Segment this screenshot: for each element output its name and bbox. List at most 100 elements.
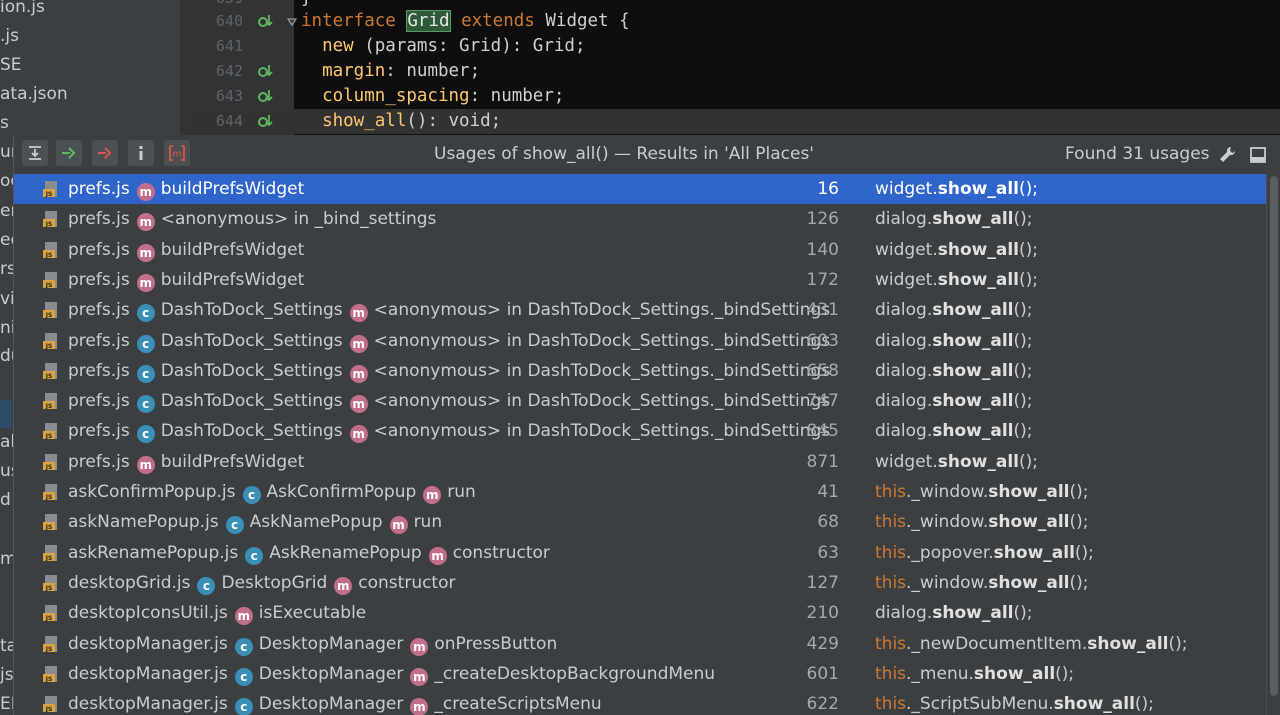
class-name: DashToDock_Settings — [160, 300, 343, 321]
svg-text:JS: JS — [45, 555, 53, 562]
implemented-marker-icon[interactable] — [257, 13, 273, 29]
file-name: prefs.js — [68, 391, 130, 412]
method-icon: m — [410, 698, 429, 715]
merge-usages-button[interactable]: m — [164, 140, 190, 166]
js-file-icon: JS — [43, 635, 57, 653]
code-snippet: this._window.show_all(); — [875, 477, 1089, 507]
js-file-icon: JS — [43, 514, 57, 531]
usage-row[interactable]: JS desktopManager.js c DesktopManager m onPre… — [14, 629, 1266, 659]
usage-location: desktopGrid.js c DesktopGrid m constructor — [68, 568, 456, 598]
file-name: desktopIconsUtil.js — [68, 603, 228, 624]
usage-row[interactable]: JS prefs.js c DashToDock_Settings m <anonymou… — [14, 416, 1266, 446]
tree-item[interactable]: ion.js — [0, 0, 45, 17]
snippet-call: show_all — [993, 542, 1075, 563]
tree-item[interactable]: .js — [0, 26, 19, 46]
js-file-icon: JS — [43, 665, 57, 683]
file-name: askRenamePopup.js — [68, 542, 239, 563]
code-snippet: this._ScriptSubMenu.show_all(); — [875, 689, 1154, 715]
snippet-call: show_all — [937, 179, 1019, 199]
usage-row[interactable]: JS prefs.js m buildPrefsWidget 871 widget.sho… — [14, 447, 1266, 477]
previous-occurrence-icon — [98, 147, 112, 159]
svg-text:JS: JS — [45, 464, 53, 471]
snippet-tail: (); — [1069, 482, 1089, 502]
file-name: desktopManager.js — [68, 694, 228, 715]
settings-wrench-icon[interactable] — [1217, 145, 1237, 165]
file-name: prefs.js — [68, 300, 130, 321]
code-snippet: this._window.show_all(); — [875, 568, 1089, 598]
line-number: 603 — [806, 330, 839, 351]
this-keyword: this — [875, 542, 907, 563]
usage-row[interactable]: JS prefs.js m buildPrefsWidget 140 widget.sho… — [14, 235, 1266, 265]
snippet-call: show_all — [988, 572, 1070, 593]
implemented-marker-icon[interactable] — [257, 63, 273, 79]
svg-text:JS: JS — [45, 373, 53, 380]
method-icon: m — [349, 364, 368, 383]
keyword: extends — [461, 11, 535, 31]
class-name: DesktopManager — [258, 663, 404, 684]
code-text: show_all(): void; — [301, 109, 501, 134]
usage-row[interactable]: JS prefs.js c DashToDock_Settings m <anonymou… — [14, 386, 1266, 416]
tree-item[interactable]: s — [0, 113, 9, 133]
usage-row[interactable]: JS desktopGrid.js c DesktopGrid m constructor… — [14, 568, 1266, 598]
code-snippet: dialog.show_all(); — [875, 416, 1033, 446]
usage-location: desktopManager.js c DesktopManager m onPress… — [68, 629, 557, 659]
previous-occurrence-button[interactable] — [92, 140, 118, 166]
tree-item[interactable]: js — [0, 665, 14, 685]
class-icon: c — [234, 667, 253, 686]
info-button[interactable] — [128, 140, 154, 166]
snippet-call: show_all — [1053, 694, 1135, 715]
usage-row[interactable]: JS askConfirmPopup.js c AskConfirmPopup m run… — [14, 477, 1266, 507]
code-snippet: dialog.show_all(); — [875, 204, 1033, 234]
usage-row[interactable]: JS askNamePopup.js c AskNamePopup m run 68 this… — [14, 507, 1266, 537]
usages-scrollbar[interactable] — [1266, 174, 1280, 715]
line-number: 63 — [817, 542, 839, 563]
snippet-member: ._window. — [906, 512, 989, 533]
line-number: 640 — [215, 12, 243, 30]
fold-arrow-icon[interactable] — [287, 17, 297, 27]
tree-item[interactable]: d — [0, 490, 11, 510]
code-editor[interactable]: 639}640interface Grid extends Widget {64… — [193, 0, 1280, 135]
tree-item[interactable]: SE — [0, 55, 22, 75]
usage-location: desktopIconsUtil.js m isExecutable — [68, 598, 366, 628]
snippet-tail: (); — [1013, 360, 1033, 381]
line-number: 127 — [806, 572, 839, 593]
snippet-receiver: widget. — [875, 269, 938, 290]
svg-text:JS: JS — [45, 221, 53, 228]
usage-row[interactable]: JS desktopManager.js c DesktopManager m _crea… — [14, 689, 1266, 715]
method-name: onPressButton — [434, 633, 558, 654]
method-icon: m — [349, 334, 368, 353]
usage-row[interactable]: JS askRenamePopup.js c AskRenamePopup m const… — [14, 538, 1266, 568]
code-line: 644 show_all(): void; — [193, 109, 1280, 134]
class-name: AskNamePopup — [249, 512, 383, 533]
scrollbar-thumb[interactable] — [1270, 176, 1278, 696]
line-number: 140 — [806, 239, 839, 260]
method-name: _createScriptsMenu — [434, 694, 602, 715]
usage-row[interactable]: JS desktopManager.js c DesktopManager m _crea… — [14, 659, 1266, 689]
svg-text:JS: JS — [45, 524, 53, 531]
js-file-icon: JS — [43, 393, 57, 410]
this-keyword: this — [875, 633, 907, 654]
usages-list[interactable]: JS prefs.js m buildPrefsWidget 16 widget.show… — [14, 174, 1266, 715]
method-icon: m — [334, 576, 353, 595]
usage-row[interactable]: JS prefs.js c DashToDock_Settings m <anonymou… — [14, 326, 1266, 356]
tree-item[interactable]: ata.json — [0, 84, 68, 104]
usage-row[interactable]: JS prefs.js c DashToDock_Settings m <anonymou… — [14, 295, 1266, 325]
tree-selection — [0, 400, 12, 428]
implemented-marker-icon[interactable] — [257, 88, 273, 104]
usage-row[interactable]: JS prefs.js m buildPrefsWidget 172 widget.sho… — [14, 265, 1266, 295]
usage-row[interactable]: JS desktopIconsUtil.js m isExecutable 210 dia… — [14, 598, 1266, 628]
line-number: 601 — [806, 663, 839, 684]
code-snippet: dialog.show_all(); — [875, 326, 1033, 356]
snippet-call: show_all — [932, 391, 1014, 412]
usage-row[interactable]: JS prefs.js m buildPrefsWidget 16 widget.show… — [14, 174, 1266, 204]
method-icon: m — [136, 243, 155, 262]
implemented-marker-icon[interactable] — [257, 113, 273, 129]
usage-row[interactable]: JS prefs.js c DashToDock_Settings m <anonymou… — [14, 356, 1266, 386]
pin-window-icon[interactable] — [1248, 145, 1268, 165]
collapse-all-button[interactable] — [22, 140, 48, 166]
usage-row[interactable]: JS prefs.js m <anonymous> in _bind_settings… — [14, 204, 1266, 234]
next-occurrence-button[interactable] — [56, 140, 82, 166]
file-name: prefs.js — [68, 209, 130, 230]
